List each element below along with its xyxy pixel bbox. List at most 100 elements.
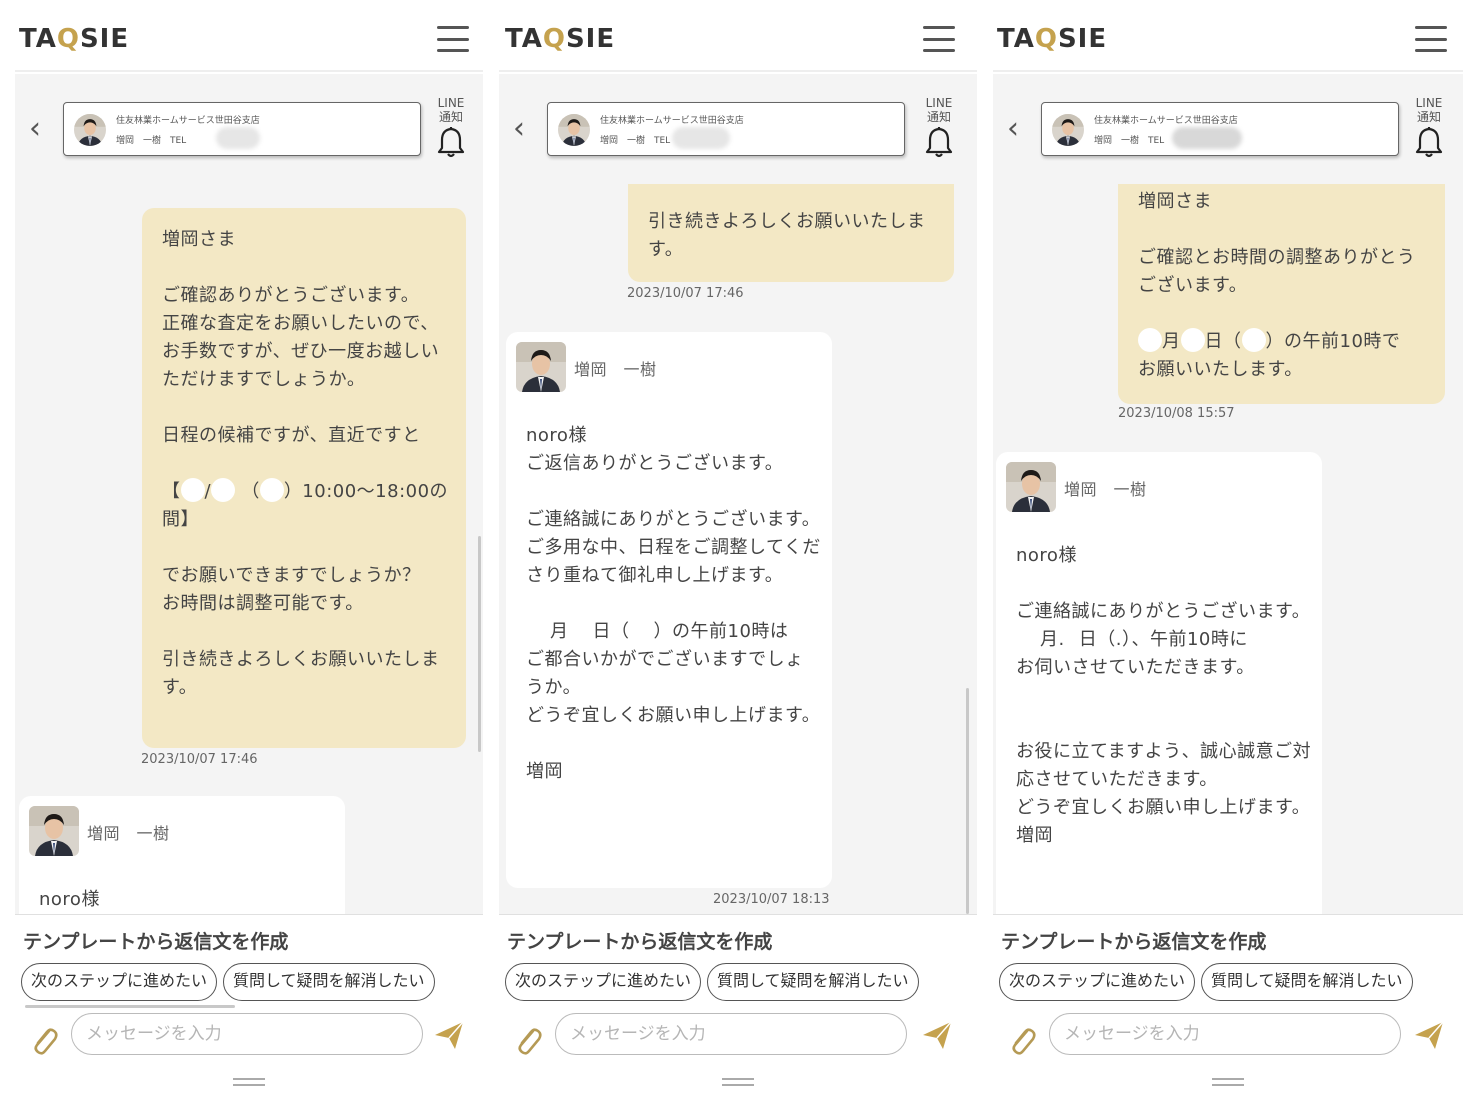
logo-text: SIE — [79, 24, 130, 54]
template-chip-question[interactable]: 質問して疑問を解消したい — [707, 963, 919, 1001]
sender-name: 増岡 一樹 — [574, 360, 657, 379]
bell-icon — [1414, 126, 1444, 158]
other-message-bubble: 増岡 一樹 noro様 — [19, 796, 345, 914]
message-text: 【 — [162, 481, 181, 502]
menu-icon[interactable] — [1415, 26, 1447, 52]
tel-redaction — [672, 127, 730, 149]
taqsie-logo[interactable]: TAQSIE — [505, 24, 615, 54]
logo-q: Q — [542, 24, 566, 54]
redacted-date — [1138, 328, 1162, 352]
contact-card[interactable]: 住友林業ホームサービス世田谷支店 増岡 一樹 TEL — [63, 102, 421, 156]
message-list[interactable]: 増岡さま ご確認ありがとうございます。 正確な査定をお願いしたいので、 お手数で… — [15, 184, 483, 914]
contact-name-tel: 増岡 一樹 TEL — [1094, 136, 1165, 146]
tel-redaction — [216, 127, 260, 149]
other-message-bubble: 増岡 一樹 noro様 ご連絡誠にありがとうございます。 月. 日（.）、午前10… — [996, 452, 1322, 914]
drag-handle[interactable] — [722, 1078, 754, 1086]
message-text: ご連絡誠にありがとうございます。 — [1016, 601, 1311, 622]
message-text: 引き続きよろしくお願いいたします。 — [162, 649, 440, 698]
back-chevron-icon[interactable]: ‹ — [513, 114, 525, 144]
drag-handle[interactable] — [1212, 1078, 1244, 1086]
logo-text: TA — [19, 24, 57, 54]
bell-icon — [924, 126, 954, 158]
message-text: ）の午前10時で — [1265, 331, 1401, 352]
message-text: 日（. — [1078, 629, 1122, 650]
scrollbar[interactable] — [478, 536, 481, 752]
template-chip-question[interactable]: 質問して疑問を解消したい — [223, 963, 435, 1001]
contact-card[interactable]: 住友林業ホームサービス世田谷支店 増岡 一樹 TEL — [547, 102, 905, 156]
template-chips: 次のステップに進めたい 質問して疑問を解消したい — [999, 963, 1463, 1005]
message-timestamp: 2023/10/07 17:46 — [141, 752, 258, 767]
template-heading: テンプレートから返信文を作成 — [23, 931, 289, 953]
logo-text: TA — [505, 24, 543, 54]
paperclip-icon[interactable] — [29, 1023, 59, 1057]
menu-icon[interactable] — [923, 26, 955, 52]
app-header: TAQSIE — [499, 0, 977, 72]
message-text: でお願いできますでしょうか？ お時間は調整可能です。 — [162, 565, 421, 614]
message-list[interactable]: 増岡さま ご確認とお時間の調整ありがとうございます。 月 日（ ）の午前10時で お… — [993, 184, 1463, 914]
logo-text: SIE — [1057, 24, 1108, 54]
menu-icon[interactable] — [437, 26, 469, 52]
taqsie-logo[interactable]: TAQSIE — [19, 24, 129, 54]
message-text: ）の午前10時は — [653, 621, 789, 642]
message-text: お伺いさせていただきます。 — [1016, 657, 1255, 678]
back-chevron-icon[interactable]: ‹ — [29, 114, 41, 144]
contact-name-tel: 増岡 一樹 TEL — [116, 136, 187, 146]
send-icon[interactable] — [1413, 1019, 1445, 1051]
redacted-date — [629, 618, 654, 642]
message-input[interactable] — [555, 1013, 907, 1055]
message-text: 日（ — [592, 621, 630, 642]
message-text: ご確認とお時間の調整ありがとうございます。 — [1138, 247, 1416, 296]
contact-bar: ‹ 住友林業ホームサービス世田谷支店 増岡 一樹 TEL LINE 通知 — [993, 74, 1463, 184]
redacted-date — [568, 618, 593, 642]
notify-label: 通知 — [1416, 110, 1441, 124]
avatar — [74, 114, 106, 146]
template-chip-next-step[interactable]: 次のステップに進めたい — [999, 963, 1196, 1001]
message-body: noro様 ご連絡誠にありがとうございます。 月. 日（.）、午前10時に お伺い… — [1016, 542, 1312, 850]
template-chip-next-step[interactable]: 次のステップに進めたい — [21, 963, 218, 1001]
message-text: 間】 — [162, 509, 199, 530]
message-text: 日程の候補ですが、直近ですと — [162, 425, 421, 446]
message-text: 月 — [550, 621, 569, 642]
message-list[interactable]: 引き続きよろしくお願いいたします。 2023/10/07 17:46 増岡 一樹… — [499, 184, 977, 914]
redacted-date — [526, 618, 550, 642]
drag-handle[interactable] — [233, 1078, 265, 1086]
reply-composer: テンプレートから返信文を作成 次のステップに進めたい 質問して疑問を解消したい — [499, 914, 977, 1100]
contact-bar: ‹ 住友林業ホームサービス世田谷支店 増岡 一樹 TEL LINE 通知 — [499, 74, 977, 184]
back-chevron-icon[interactable]: ‹ — [1007, 114, 1019, 144]
line-notify-button[interactable]: LINE 通知 — [433, 96, 469, 162]
line-notify-button[interactable]: LINE 通知 — [921, 96, 957, 162]
chat-screen-3: TAQSIE ‹ 住友林業ホームサービス世田谷支店 増岡 一樹 TEL LINE… — [993, 0, 1463, 1100]
send-icon[interactable] — [921, 1019, 953, 1051]
message-text: 引き続きよろしくお願いいたします。 — [648, 211, 926, 260]
paperclip-icon[interactable] — [513, 1023, 543, 1057]
redacted-date — [1064, 626, 1079, 650]
redacted-date — [211, 478, 236, 502]
chip-scrollbar[interactable] — [25, 1005, 235, 1008]
template-heading: テンプレートから返信文を作成 — [507, 931, 773, 953]
redacted-date — [1180, 328, 1205, 352]
template-heading: テンプレートから返信文を作成 — [1001, 931, 1267, 953]
reply-composer: テンプレートから返信文を作成 次のステップに進めたい 質問して疑問を解消したい — [15, 914, 483, 1100]
template-chip-question[interactable]: 質問して疑問を解消したい — [1201, 963, 1413, 1001]
app-header: TAQSIE — [15, 0, 483, 72]
message-text: 増岡さま — [1138, 191, 1212, 212]
contact-card[interactable]: 住友林業ホームサービス世田谷支店 増岡 一樹 TEL — [1041, 102, 1399, 156]
message-input[interactable] — [71, 1013, 423, 1055]
template-chips: 次のステップに進めたい 質問して疑問を解消したい — [21, 963, 483, 1005]
message-input[interactable] — [1049, 1013, 1401, 1055]
contact-name-tel: 増岡 一樹 TEL — [600, 136, 671, 146]
template-chip-next-step[interactable]: 次のステップに進めたい — [505, 963, 702, 1001]
taqsie-logo[interactable]: TAQSIE — [997, 24, 1107, 54]
message-text: 増岡 — [526, 761, 563, 782]
date-line: 月 日（ ）の午前10時は — [526, 618, 822, 646]
send-icon[interactable] — [433, 1019, 465, 1051]
message-text: 増岡さま — [162, 229, 236, 250]
avatar — [1052, 114, 1084, 146]
line-label: LINE — [437, 96, 465, 110]
paperclip-icon[interactable] — [1007, 1023, 1037, 1057]
scrollbar[interactable] — [966, 688, 969, 914]
line-notify-button[interactable]: LINE 通知 — [1411, 96, 1447, 162]
message-timestamp: 2023/10/07 17:46 — [627, 286, 744, 301]
message-text: ご確認ありがとうございます。 正確な査定をお願いしたいので、 お手数ですが、ぜひ… — [162, 285, 440, 390]
contact-bar: ‹ 住友林業ホームサービス世田谷支店 増岡 一樹 TEL LINE 通知 — [15, 74, 483, 184]
